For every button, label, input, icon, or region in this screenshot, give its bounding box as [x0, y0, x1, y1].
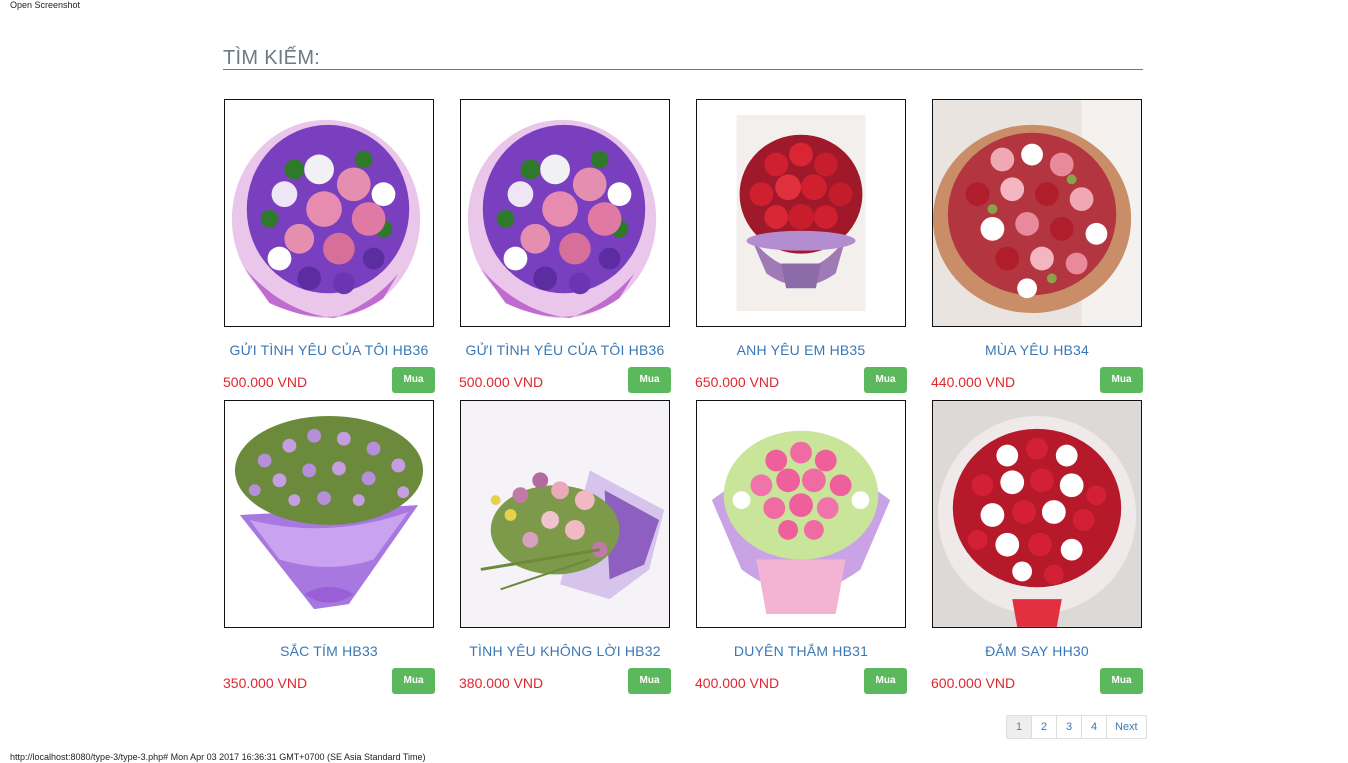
product-card: ANH YÊU EM HB35 650.000 VND Mua	[695, 99, 907, 394]
product-name[interactable]: ANH YÊU EM HB35	[695, 342, 907, 358]
pink-rose-bouquet-image	[697, 401, 905, 627]
purple-pink-rose-bouquet-image	[225, 100, 433, 326]
page-3-link[interactable]: 3	[1056, 715, 1082, 739]
product-card: DUYÊN THẮM HB31 400.000 VND Mua	[695, 400, 907, 695]
page-2-link[interactable]: 2	[1031, 715, 1057, 739]
search-title: TÌM KIẾM:	[223, 47, 321, 69]
product-price: 400.000 VND	[695, 675, 780, 691]
next-page-link[interactable]: Next	[1106, 715, 1147, 739]
product-card: GỬI TÌNH YÊU CỦA TÔI HB36 500.000 VND Mu…	[459, 99, 671, 394]
product-image[interactable]	[932, 99, 1142, 327]
product-image[interactable]	[460, 400, 670, 628]
product-card: GỬI TÌNH YÊU CỦA TÔI HB36 500.000 VND Mu…	[223, 99, 435, 394]
product-image[interactable]	[224, 400, 434, 628]
buy-button[interactable]: Mua	[628, 367, 671, 393]
product-price: 500.000 VND	[223, 374, 308, 390]
search-results-heading: TÌM KIẾM:	[223, 47, 1143, 70]
product-image[interactable]	[460, 99, 670, 327]
buy-button[interactable]: Mua	[864, 367, 907, 393]
purple-daisy-bouquet-image	[225, 401, 433, 627]
product-card: MÙA YÊU HB34 440.000 VND Mua	[931, 99, 1143, 394]
product-card: SẮC TÍM HB33 350.000 VND Mua	[223, 400, 435, 695]
purple-pink-rose-bouquet-image	[461, 100, 669, 326]
red-rose-bouquet-image	[697, 100, 905, 326]
product-price: 440.000 VND	[931, 374, 1016, 390]
page-4-link[interactable]: 4	[1081, 715, 1107, 739]
pastel-bouquet-image	[461, 401, 669, 627]
product-card: TÌNH YÊU KHÔNG LỜI HB32 380.000 VND Mua	[459, 400, 671, 695]
product-name[interactable]: DUYÊN THẮM HB31	[695, 643, 907, 659]
product-card: ĐẮM SAY HH30 600.000 VND Mua	[931, 400, 1143, 695]
product-image[interactable]	[696, 99, 906, 327]
buy-button[interactable]: Mua	[864, 668, 907, 694]
product-image[interactable]	[696, 400, 906, 628]
buy-button[interactable]: Mua	[1100, 668, 1143, 694]
buy-button[interactable]: Mua	[392, 668, 435, 694]
product-name[interactable]: GỬI TÌNH YÊU CỦA TÔI HB36	[459, 342, 671, 358]
buy-button[interactable]: Mua	[1100, 367, 1143, 393]
product-name[interactable]: SẮC TÍM HB33	[223, 643, 435, 659]
buy-button[interactable]: Mua	[628, 668, 671, 694]
product-name[interactable]: ĐẮM SAY HH30	[931, 643, 1143, 659]
product-image[interactable]	[224, 99, 434, 327]
product-price: 500.000 VND	[459, 374, 544, 390]
product-name[interactable]: GỬI TÌNH YÊU CỦA TÔI HB36	[223, 342, 435, 358]
mixed-rose-bouquet-image	[933, 100, 1141, 326]
product-price: 650.000 VND	[695, 374, 780, 390]
red-white-rose-bouquet-image	[933, 401, 1141, 627]
buy-button[interactable]: Mua	[392, 367, 435, 393]
page-1-link[interactable]: 1	[1006, 715, 1032, 739]
product-name[interactable]: TÌNH YÊU KHÔNG LỜI HB32	[459, 643, 671, 659]
product-price: 600.000 VND	[931, 675, 1016, 691]
product-price: 350.000 VND	[223, 675, 308, 691]
open-screenshot-label[interactable]: Open Screenshot	[10, 0, 80, 10]
status-line: http://localhost:8080/type-3/type-3.php#…	[10, 752, 426, 762]
product-price: 380.000 VND	[459, 675, 544, 691]
product-name[interactable]: MÙA YÊU HB34	[931, 342, 1143, 358]
pagination: 1 2 3 4 Next	[1006, 715, 1147, 739]
product-image[interactable]	[932, 400, 1142, 628]
